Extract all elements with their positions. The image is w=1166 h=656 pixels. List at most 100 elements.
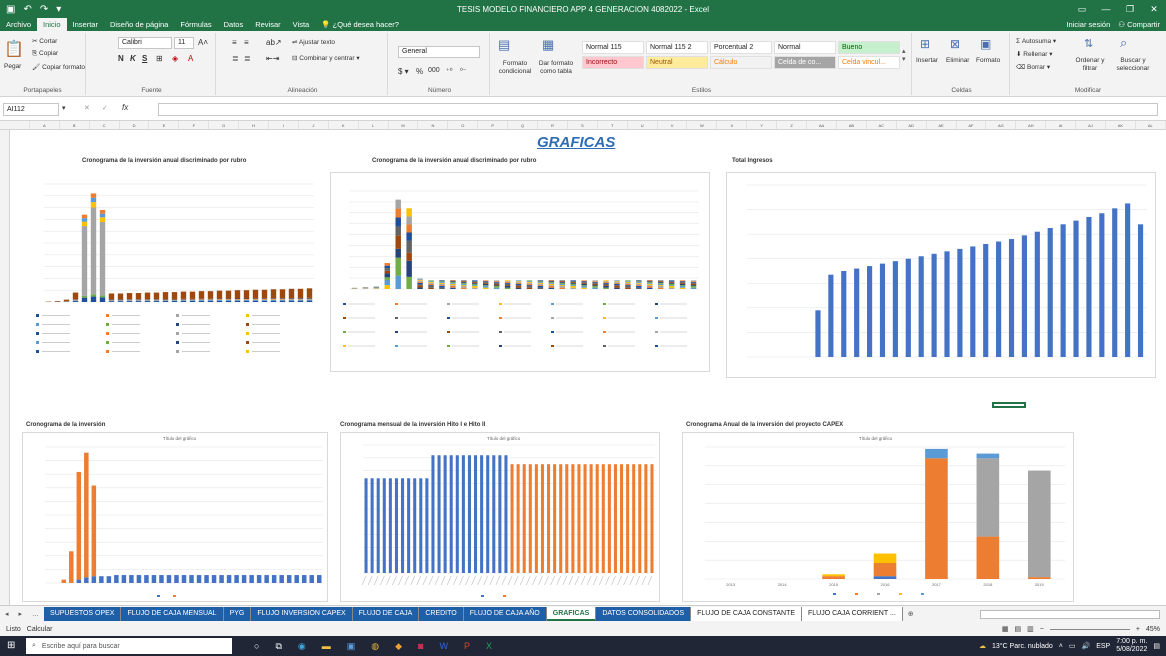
mail-icon[interactable]: ◙ bbox=[418, 641, 423, 652]
add-sheet-icon[interactable]: ⊕ bbox=[903, 610, 919, 618]
powerpoint-icon[interactable]: P bbox=[464, 641, 470, 652]
column-header[interactable]: U bbox=[628, 121, 658, 129]
notification-icon[interactable]: ▤ bbox=[1153, 642, 1160, 650]
sheet-tab-flujo-de-caja-a-o[interactable]: FLUJO DE CAJA AÑO bbox=[463, 607, 547, 621]
clear-button[interactable]: ⌫ Borrar ▾ bbox=[1016, 63, 1050, 71]
word-icon[interactable]: W bbox=[439, 641, 448, 652]
name-box-dropdown-icon[interactable]: ▾ bbox=[62, 104, 66, 112]
status-calculate[interactable]: Calcular bbox=[27, 626, 53, 633]
sheet-tab-flujo-de-caja-mensual[interactable]: FLUJO DE CAJA MENSUAL bbox=[121, 607, 224, 621]
cancel-entry-icon[interactable]: ✕ bbox=[84, 104, 90, 112]
sheet-tab-pyg[interactable]: PYG bbox=[223, 607, 252, 621]
cell-style-neutral[interactable]: Neutral bbox=[646, 56, 708, 69]
cell-style-porcentual-2[interactable]: Porcentual 2 bbox=[710, 41, 772, 54]
chrome-icon[interactable]: ◍ bbox=[371, 641, 379, 652]
share-button[interactable]: ⚇ Compartir bbox=[1118, 20, 1160, 29]
cell-style-c-lculo[interactable]: Cálculo bbox=[710, 56, 772, 69]
align-top-icon[interactable]: ≡ bbox=[232, 38, 237, 47]
currency-button[interactable]: $ ▾ bbox=[398, 67, 409, 76]
sort-filter-button[interactable]: Ordenar y filtrar bbox=[1072, 57, 1108, 73]
column-header[interactable]: E bbox=[149, 121, 180, 129]
column-header[interactable]: I bbox=[269, 121, 299, 129]
ribbon-tab-datos[interactable]: Datos bbox=[218, 18, 250, 31]
column-header[interactable]: R bbox=[538, 121, 568, 129]
cell-style-celda-de-co-[interactable]: Celda de co... bbox=[774, 56, 836, 69]
ribbon-tab-revisar[interactable]: Revisar bbox=[249, 18, 286, 31]
undo-icon[interactable]: ↶ bbox=[23, 4, 31, 15]
conditional-format-icon[interactable]: ▤ bbox=[498, 37, 510, 53]
insert-cells-button[interactable]: Insertar bbox=[916, 57, 938, 64]
column-header[interactable]: AG bbox=[986, 121, 1017, 129]
ribbon-tab-insertar[interactable]: Insertar bbox=[67, 18, 104, 31]
number-format-select[interactable]: General bbox=[398, 46, 480, 58]
column-header[interactable]: Z bbox=[777, 121, 808, 129]
sign-in-link[interactable]: Iniciar sesión bbox=[1066, 20, 1110, 29]
store-icon[interactable]: ▣ bbox=[347, 641, 356, 652]
fill-button[interactable]: ⬇ Rellenar ▾ bbox=[1016, 50, 1053, 58]
delete-cells-icon[interactable]: ⊠ bbox=[950, 37, 960, 51]
ribbon-tab-diseno[interactable]: Diseño de página bbox=[104, 18, 174, 31]
align-center-icon[interactable]: ≣ bbox=[244, 54, 251, 63]
format-as-table-icon[interactable]: ▦ bbox=[542, 37, 554, 53]
horizontal-scrollbar[interactable] bbox=[980, 609, 1160, 619]
paste-icon[interactable]: 📋 bbox=[4, 39, 24, 59]
selected-cell[interactable] bbox=[992, 402, 1026, 408]
column-header[interactable]: D bbox=[120, 121, 150, 129]
cortana-icon[interactable]: ○ bbox=[254, 641, 259, 652]
column-header[interactable]: J bbox=[299, 121, 329, 129]
autosum-button[interactable]: Σ Autosuma ▾ bbox=[1016, 37, 1056, 45]
font-size-select[interactable]: 11 bbox=[174, 37, 194, 49]
task-view-icon[interactable]: ⧉ bbox=[275, 641, 281, 652]
tray-chevron-icon[interactable]: ˄ bbox=[1059, 643, 1063, 650]
column-header[interactable]: Q bbox=[508, 121, 539, 129]
edge-icon[interactable]: ◉ bbox=[298, 641, 306, 652]
taskbar-search[interactable]: ⌕ Escribe aquí para buscar bbox=[26, 638, 232, 654]
ribbon-display-icon[interactable]: ▭ bbox=[1070, 0, 1094, 18]
delete-cells-button[interactable]: Eliminar bbox=[946, 57, 969, 64]
more-tabs-icon[interactable]: … bbox=[27, 611, 44, 618]
chart-2[interactable] bbox=[330, 172, 710, 372]
format-painter-button[interactable]: 🖌 Copiar formato bbox=[32, 63, 85, 71]
grow-font-icon[interactable]: A˄ bbox=[198, 38, 208, 47]
paste-button[interactable]: Pegar bbox=[4, 63, 21, 70]
format-as-table-button[interactable]: Dar formato como tabla bbox=[534, 60, 578, 76]
zoom-in-icon[interactable]: + bbox=[1136, 626, 1140, 633]
column-header[interactable]: N bbox=[418, 121, 449, 129]
cell-style-bueno[interactable]: Bueno bbox=[838, 41, 900, 54]
column-header[interactable]: K bbox=[329, 121, 359, 129]
minimize-icon[interactable]: — bbox=[1094, 0, 1118, 18]
bold-button[interactable]: N bbox=[118, 54, 124, 63]
quick-access-dropdown-icon[interactable]: ▾ bbox=[56, 4, 61, 15]
zoom-slider[interactable] bbox=[1049, 628, 1130, 630]
sheet-tab-flujo-de-caja-constante[interactable]: FLUJO DE CAJA CONSTANTE bbox=[691, 607, 803, 621]
column-header[interactable]: O bbox=[448, 121, 479, 129]
borders-icon[interactable]: ⊞ bbox=[156, 54, 163, 63]
save-icon[interactable]: ▣ bbox=[6, 4, 15, 15]
fill-color-icon[interactable]: ◈ bbox=[172, 54, 178, 63]
insert-cells-icon[interactable]: ⊞ bbox=[920, 37, 930, 51]
find-icon[interactable]: ⌕ bbox=[1120, 35, 1127, 51]
format-cells-icon[interactable]: ▣ bbox=[980, 37, 991, 51]
column-header[interactable]: M bbox=[389, 121, 419, 129]
sheet-tab-credito[interactable]: CREDITO bbox=[419, 607, 464, 621]
cell-style-normal-115[interactable]: Normal 115 bbox=[582, 41, 644, 54]
column-header[interactable]: AD bbox=[897, 121, 927, 129]
sheet-tab-flujo-caja-corrient[interactable]: FLUJO CAJA CORRIENT ... bbox=[802, 607, 903, 621]
column-header[interactable]: V bbox=[658, 121, 688, 129]
column-header[interactable]: AE bbox=[927, 121, 957, 129]
network-icon[interactable]: ▭ bbox=[1069, 642, 1076, 650]
file-explorer-icon[interactable]: ▬ bbox=[322, 641, 331, 652]
sheet-tab-supuestos-opex[interactable]: SUPUESTOS OPEX bbox=[44, 607, 122, 621]
orientation-icon[interactable]: ab↗ bbox=[266, 38, 282, 47]
cell-style-incorrecto[interactable]: Incorrecto bbox=[582, 56, 644, 69]
styles-scroll-icon[interactable]: ▴ ▾ bbox=[902, 47, 906, 63]
app-icon[interactable]: ◆ bbox=[395, 641, 402, 652]
align-left-icon[interactable]: ≣ bbox=[232, 54, 239, 63]
align-middle-icon[interactable]: ≡ bbox=[244, 38, 249, 47]
sheet-tab-flujo-de-caja[interactable]: FLUJO DE CAJA bbox=[352, 607, 420, 621]
confirm-entry-icon[interactable]: ✓ bbox=[102, 104, 108, 112]
worksheet-grid[interactable]: GRAFICAS Cronograma de la inversión anua… bbox=[10, 130, 1166, 605]
weather-icon[interactable]: ☁ bbox=[979, 642, 986, 650]
function-icon[interactable]: fx bbox=[122, 103, 128, 112]
name-box[interactable]: AI112 bbox=[3, 103, 59, 116]
